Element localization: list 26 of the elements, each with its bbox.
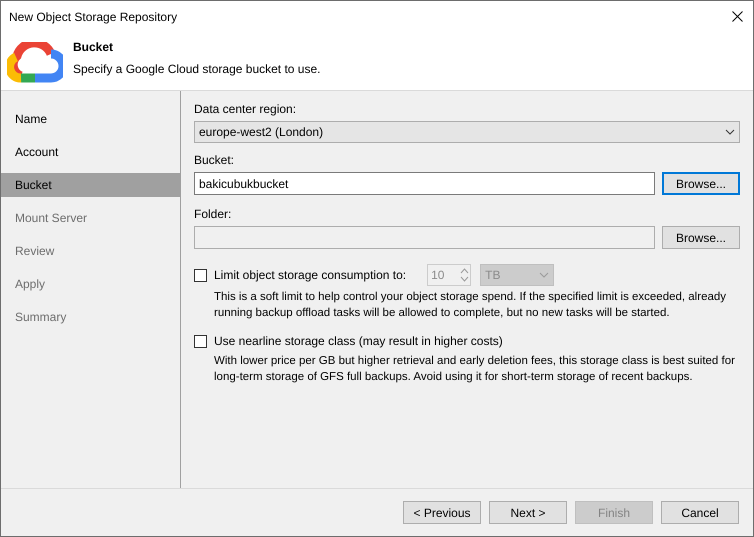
footer-button[interactable]: Next > bbox=[489, 501, 567, 524]
close-icon[interactable] bbox=[732, 11, 743, 22]
field-label: Data center region: bbox=[194, 101, 298, 118]
region-dropdown[interactable]: europe-west2 (London) bbox=[194, 121, 740, 143]
checkbox-label: Limit object storage consumption to: bbox=[214, 267, 406, 284]
wizard-step[interactable]: Bucket bbox=[1, 173, 180, 197]
spinner-arrows-icon bbox=[460, 267, 470, 283]
wizard-step[interactable]: Account bbox=[1, 140, 180, 164]
page-subtitle: Specify a Google Cloud storage bucket to use. bbox=[73, 61, 320, 78]
bucket-input[interactable]: bakicubukbucket bbox=[194, 172, 655, 195]
field-label: Folder: bbox=[194, 206, 232, 223]
description-text: This is a soft limit to help control your object storage spend. If the specified limit is exceeded, already running backup offload tasks will be allowed to complete, but no new tasks will be started. bbox=[214, 290, 728, 321]
page-title: Bucket bbox=[73, 39, 114, 56]
cloud-logo-icon bbox=[7, 42, 63, 84]
field-label: Bucket: bbox=[194, 152, 236, 169]
checkbox[interactable] bbox=[194, 268, 207, 282]
description-text: With lower price per GB but higher retrieval and early deletion fees, this storage class is best suited for long-term storage of GFS full backups. Avoid using it for short-term storage of recent backups. bbox=[214, 354, 736, 385]
window-title: New Object Storage Repository bbox=[9, 8, 178, 26]
chevron-down-icon bbox=[539, 272, 550, 278]
checkbox[interactable] bbox=[194, 334, 207, 348]
wizard-step[interactable]: Name bbox=[1, 107, 180, 131]
browse-button[interactable]: Browse... bbox=[662, 172, 740, 195]
footer-button[interactable]: Cancel bbox=[661, 501, 739, 524]
chevron-down-icon bbox=[725, 129, 735, 135]
checkbox-label: Use nearline storage class (may result in higher costs) bbox=[214, 333, 503, 350]
footer-button[interactable]: < Previous bbox=[403, 501, 481, 524]
